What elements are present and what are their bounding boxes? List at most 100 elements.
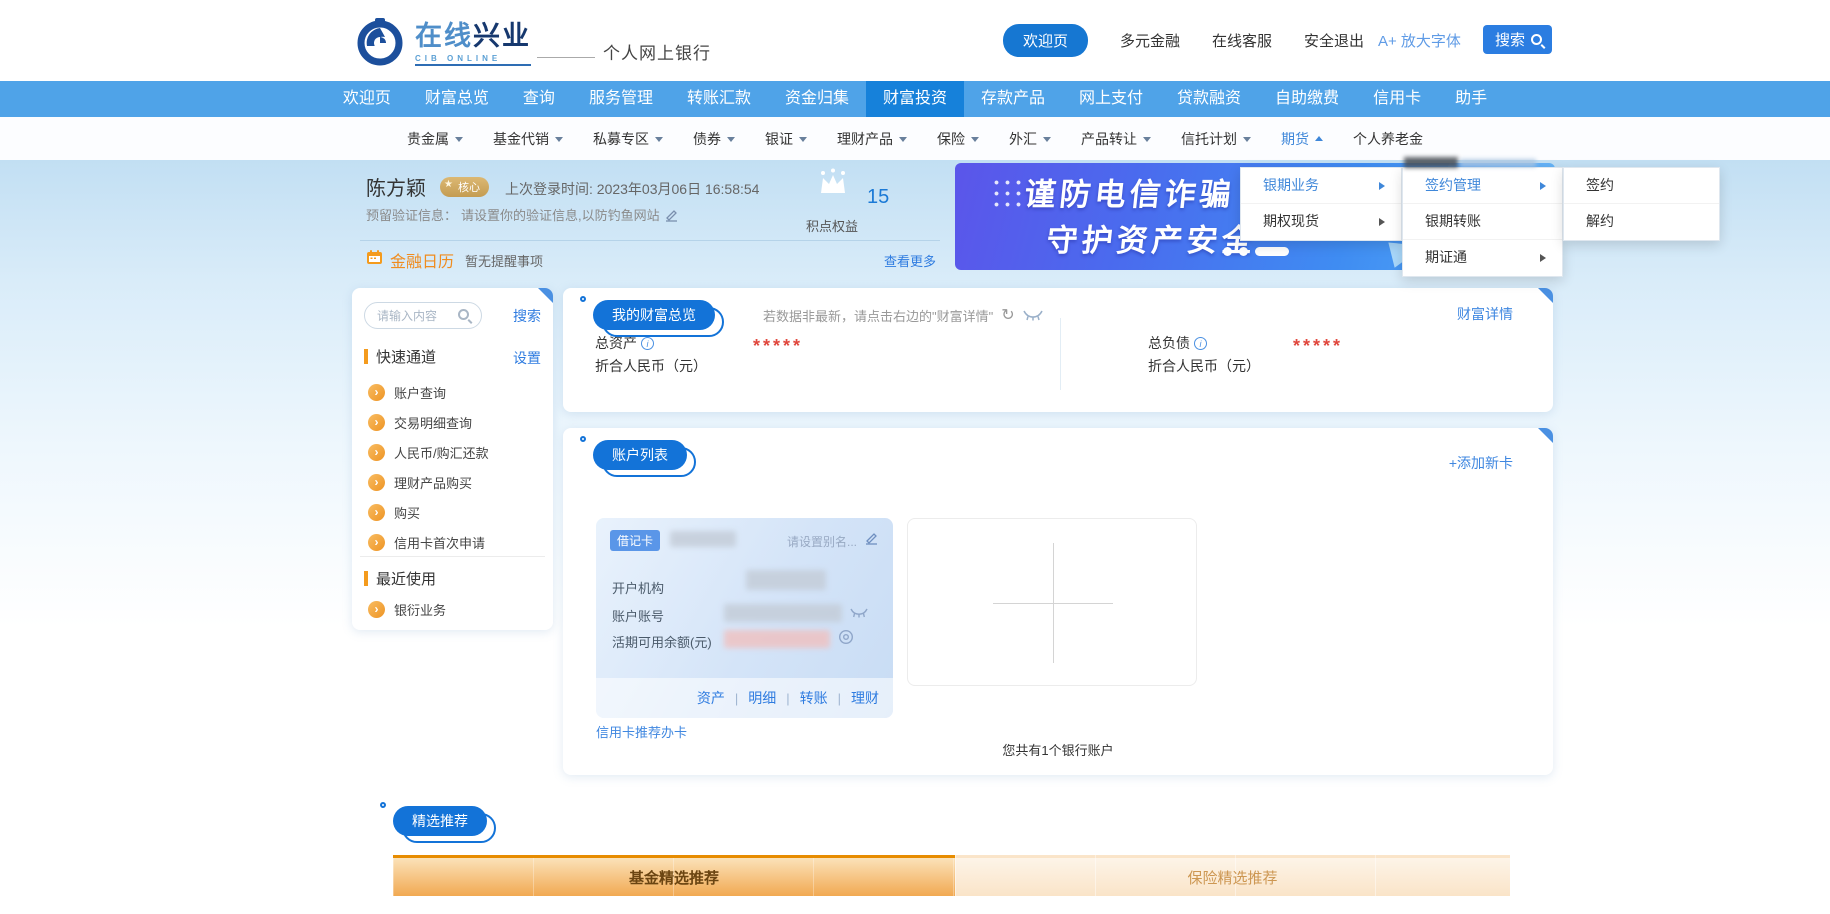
divider xyxy=(1060,318,1061,390)
redacted-menu-fragment xyxy=(1460,159,1536,167)
sidebar-item-label: 信用卡首次申请 xyxy=(394,533,485,552)
sub-nav-item[interactable]: 信托计划 xyxy=(1181,129,1251,149)
eye-icon[interactable] xyxy=(838,629,854,645)
card-type-tag: 借记卡 xyxy=(610,530,660,551)
font-size-toggle[interactable]: A+ 放大字体 xyxy=(1378,30,1461,51)
main-nav-item[interactable]: 转账汇款 xyxy=(670,81,768,117)
main-nav-item[interactable]: 助手 xyxy=(1438,81,1504,117)
menu-item[interactable]: 银期业务 xyxy=(1241,168,1401,204)
recent-used-title: 最近使用 xyxy=(364,568,436,589)
wealth-hint: 若数据非最新，请点击右边的"财富详情" ↻ xyxy=(763,305,1043,325)
wealth-overview-panel: 我的财富总览 若数据非最新，请点击右边的"财富详情" ↻ 财富详情 总资产 i … xyxy=(563,288,1553,412)
recommend-title: 精选推荐 xyxy=(393,806,487,836)
menu-item[interactable]: 期权现货 xyxy=(1241,204,1401,240)
menu-item[interactable]: 签约 xyxy=(1564,168,1719,204)
wealth-detail-link[interactable]: 财富详情 xyxy=(1457,304,1513,324)
main-nav-item[interactable]: 贷款融资 xyxy=(1160,81,1258,117)
user-level-label: 核心 xyxy=(458,182,480,194)
add-new-card-link[interactable]: +添加新卡 xyxy=(1449,453,1513,473)
refresh-icon[interactable]: ↻ xyxy=(1001,305,1014,325)
main-nav-item[interactable]: 查询 xyxy=(506,81,572,117)
sub-nav-item[interactable]: 理财产品 xyxy=(837,129,907,149)
card-action-link[interactable]: 理财 xyxy=(828,688,879,708)
menu-item-label: 银期业务 xyxy=(1263,177,1319,193)
sub-nav-item[interactable]: 基金代销 xyxy=(493,129,563,149)
sub-nav-item[interactable]: 私募专区 xyxy=(593,129,663,149)
sub-nav-item[interactable]: 外汇 xyxy=(1009,129,1051,149)
card-action-link[interactable]: 资产 xyxy=(697,688,725,708)
logo-cn-text: 在线兴业 xyxy=(415,14,531,53)
masked-balance-value xyxy=(724,630,830,648)
caret-icon xyxy=(799,137,807,146)
menu-item[interactable]: 签约管理 xyxy=(1403,168,1562,204)
menu-item[interactable]: 解约 xyxy=(1564,204,1719,240)
card-action-link[interactable]: 明细 xyxy=(725,688,776,708)
search-button[interactable]: 搜索 xyxy=(1483,25,1552,54)
calendar-more-link[interactable]: 查看更多 xyxy=(884,251,936,270)
edit-icon[interactable] xyxy=(864,531,879,545)
quick-access-settings[interactable]: 设置 xyxy=(513,348,541,368)
main-nav-item[interactable]: 信用卡 xyxy=(1356,81,1438,117)
sidebar-item[interactable]: › 信用卡首次申请 xyxy=(368,533,485,552)
card-action-link[interactable]: 转账 xyxy=(776,688,827,708)
card-alias-placeholder: 请设置别名... xyxy=(787,533,857,550)
info-icon[interactable]: i xyxy=(641,337,654,350)
sidebar-item[interactable]: › 交易明细查询 xyxy=(368,413,472,432)
sub-nav-item[interactable]: 产品转让 xyxy=(1081,129,1151,149)
sidebar-search-go[interactable]: 搜索 xyxy=(513,306,541,326)
divider xyxy=(360,240,940,241)
total-assets-sub: 折合人民币（元） xyxy=(595,355,707,378)
submenu-arrow-icon xyxy=(1379,182,1389,190)
menu-item-label: 银期转账 xyxy=(1425,213,1481,229)
sidebar-item[interactable]: › 账户查询 xyxy=(368,383,446,402)
header-link[interactable]: 安全退出 xyxy=(1304,30,1364,51)
recommend-tab[interactable]: 基金精选推荐 xyxy=(393,855,955,896)
total-assets-block: 总资产 i 折合人民币（元） xyxy=(595,332,707,378)
sidebar-item[interactable]: › 人民币/购汇还款 xyxy=(368,443,489,462)
sidebar-item[interactable]: › 银衍业务 xyxy=(368,600,446,619)
sidebar-item-label: 账户查询 xyxy=(394,383,446,402)
sub-nav-item[interactable]: 债券 xyxy=(693,129,735,149)
sub-nav-item[interactable]: 期货 xyxy=(1281,129,1323,149)
total-assets-value: ***** xyxy=(753,336,803,357)
menu-item[interactable]: 银期转账 xyxy=(1403,204,1562,240)
card-field-label: 账户账号 xyxy=(612,606,664,625)
masked-card-name xyxy=(670,531,736,547)
main-nav-item[interactable]: 服务管理 xyxy=(572,81,670,117)
last-login-time: 上次登录时间: 2023年03月06日 16:58:54 xyxy=(505,179,759,199)
card-actions-bar: 资产 明细 转账 理财 xyxy=(596,678,893,718)
sidebar-item[interactable]: › 购买 xyxy=(368,503,420,522)
user-name: 陈方颖 xyxy=(366,172,426,201)
add-card-placeholder[interactable] xyxy=(907,518,1197,686)
recommend-tabs: 基金精选推荐 保险精选推荐 xyxy=(393,855,1510,896)
recommend-tab[interactable]: 保险精选推荐 xyxy=(955,855,1510,896)
credit-card-recommend-link[interactable]: 信用卡推荐办卡 xyxy=(596,722,687,741)
header-link[interactable]: 在线客服 xyxy=(1212,30,1272,51)
hide-balance-icon[interactable] xyxy=(1023,310,1043,321)
card-actions: 资产 明细 转账 理财 xyxy=(697,688,879,708)
main-nav-item[interactable]: 自助缴费 xyxy=(1258,81,1356,117)
search-button-label: 搜索 xyxy=(1495,29,1525,50)
sub-nav-item[interactable]: 银证 xyxy=(765,129,807,149)
sub-nav-item-label: 个人养老金 xyxy=(1353,129,1423,149)
main-nav-item[interactable]: 财富总览 xyxy=(408,81,506,117)
main-nav-item[interactable]: 欢迎页 xyxy=(326,81,408,117)
main-nav-item[interactable]: 资金归集 xyxy=(768,81,866,117)
sub-nav-item[interactable]: 贵金属 xyxy=(407,129,463,149)
info-icon[interactable]: i xyxy=(1194,337,1207,350)
main-nav-item[interactable]: 财富投资 xyxy=(866,81,964,117)
header-link[interactable]: 欢迎页 xyxy=(1003,24,1088,57)
main-nav-item[interactable]: 存款产品 xyxy=(964,81,1062,117)
eye-off-icon[interactable] xyxy=(850,608,868,618)
sidebar-item[interactable]: › 理财产品购买 xyxy=(368,473,472,492)
caret-icon xyxy=(971,137,979,146)
header-link[interactable]: 多元金融 xyxy=(1120,30,1180,51)
sub-nav-item[interactable]: 保险 xyxy=(937,129,979,149)
chevron-circle-icon: › xyxy=(368,444,385,461)
menu-item[interactable]: 期证通 xyxy=(1403,240,1562,276)
debit-card[interactable]: 借记卡 请设置别名... 开户机构 账户账号 活期可用余额(元) xyxy=(596,518,893,718)
total-liabilities-value: ***** xyxy=(1293,336,1343,357)
main-nav-item[interactable]: 网上支付 xyxy=(1062,81,1160,117)
sub-nav-item[interactable]: 个人养老金 xyxy=(1353,129,1423,149)
edit-icon[interactable] xyxy=(664,208,679,222)
